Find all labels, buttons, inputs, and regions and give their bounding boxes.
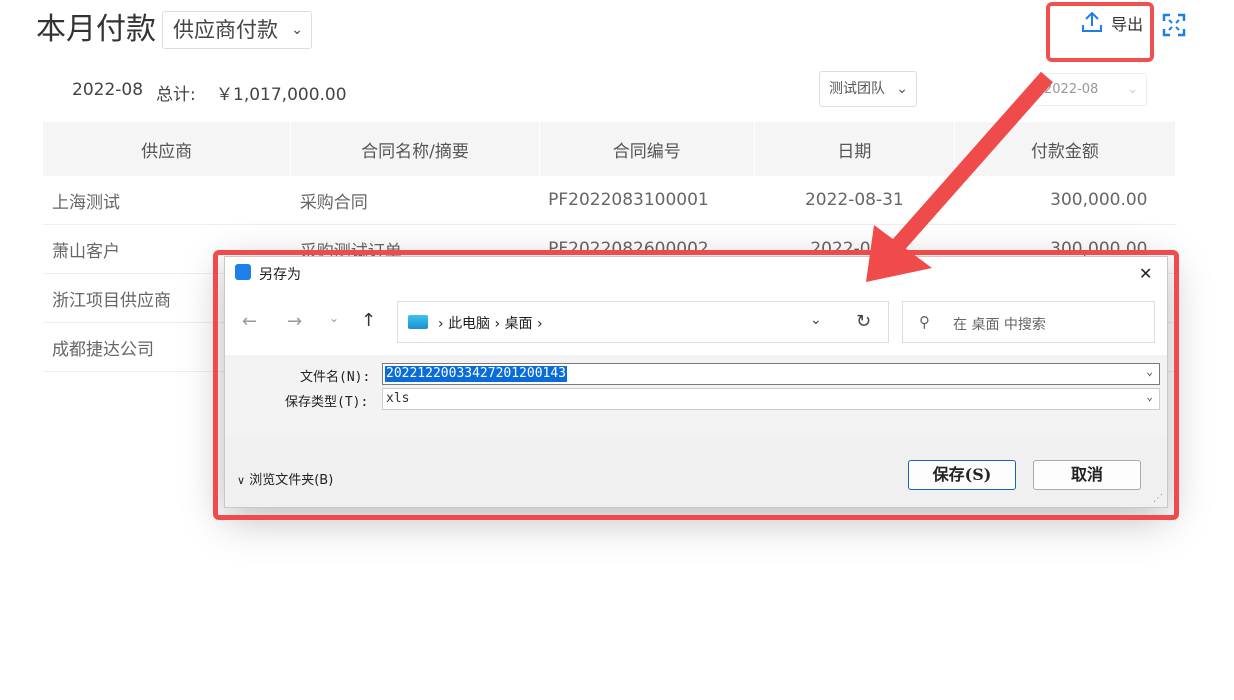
chevron-down-icon: ⌄: [291, 22, 303, 38]
team-filter-value: 测试团队: [829, 81, 885, 97]
cell-supplier: 上海测试: [43, 176, 291, 225]
export-highlight-box: [1046, 2, 1154, 62]
cell-date: 2022-08-31: [754, 176, 955, 225]
total-value: ￥1,017,000.00: [216, 85, 347, 105]
team-filter-select[interactable]: 测试团队 ⌄: [819, 71, 917, 107]
table-row[interactable]: 上海测试 采购合同 PF2022083100001 2022-08-31 300…: [43, 176, 1176, 225]
cell-contract-no: PF2022083100001: [539, 176, 755, 225]
chevron-down-icon: ⌄: [1127, 82, 1138, 97]
total-label: 总计:: [156, 85, 196, 105]
table-header-row: 供应商 合同名称/摘要 合同编号 日期 付款金额: [43, 122, 1177, 176]
dialog-highlight-box: [213, 250, 1179, 520]
column-header[interactable]: 付款金额: [954, 122, 1177, 176]
payment-type-value: 供应商付款: [173, 18, 278, 42]
fullscreen-icon[interactable]: [1162, 13, 1186, 37]
column-header[interactable]: 合同编号: [539, 122, 755, 176]
chevron-down-icon: ⌄: [896, 81, 908, 97]
cell-contract-name: 采购合同: [290, 176, 540, 225]
cell-amount: 300,000.00: [954, 176, 1176, 225]
column-header[interactable]: 合同名称/摘要: [290, 122, 540, 176]
column-header[interactable]: 供应商: [43, 122, 292, 176]
column-header[interactable]: 日期: [754, 122, 955, 176]
current-month: 2022-08: [72, 80, 144, 100]
payment-type-select[interactable]: 供应商付款 ⌄: [162, 11, 312, 49]
month-picker[interactable]: 2022-08 ⌄: [1033, 73, 1147, 106]
month-picker-value: 2022-08: [1044, 82, 1099, 97]
page-title: 本月付款: [36, 12, 156, 47]
